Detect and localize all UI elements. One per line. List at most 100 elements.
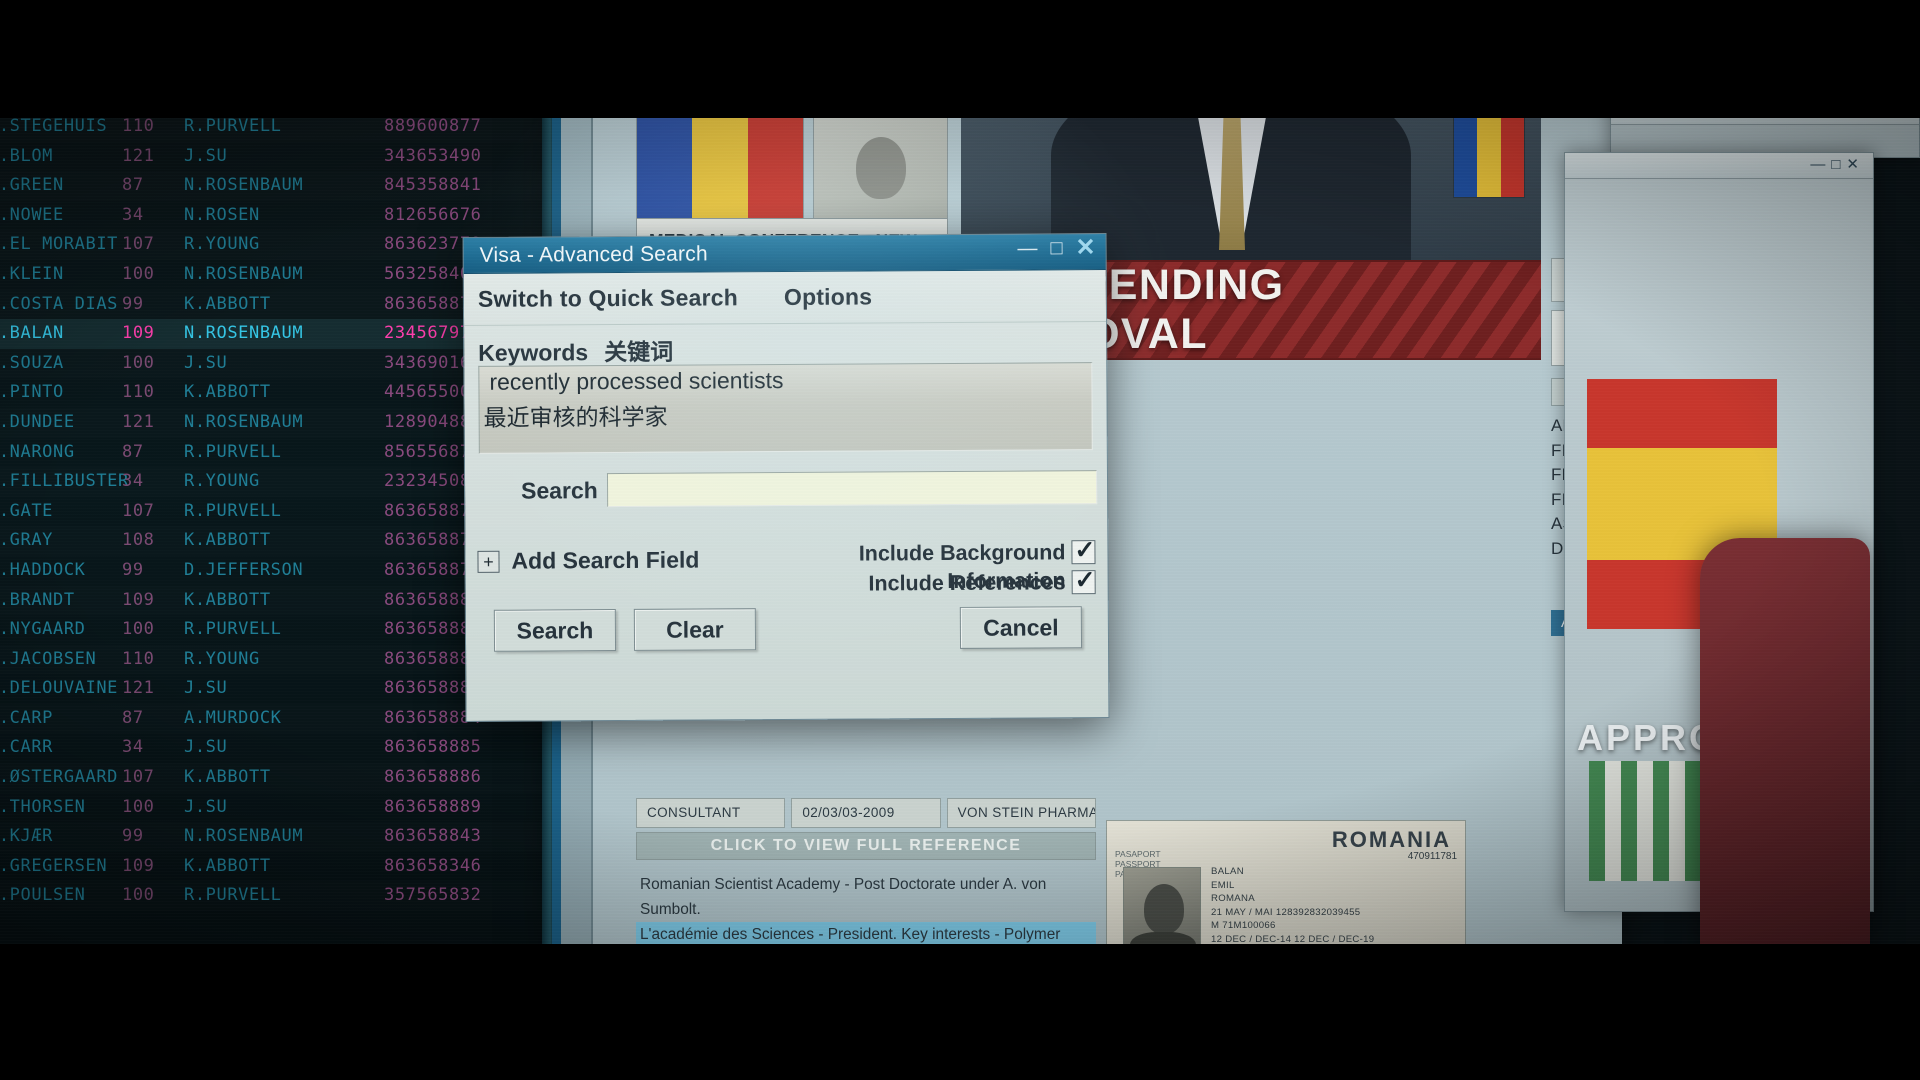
scene: J.STEGEHUIS 110 R.PURVELL 889600877 J.BLOM 12… xyxy=(0,118,1920,944)
row-code: 110 xyxy=(122,118,155,136)
row-name: M.DELOUVAINE xyxy=(0,678,119,699)
row-officer: J.SU xyxy=(184,352,228,373)
abstract-line[interactable]: Romanian Scientist Academy - Post Doctor… xyxy=(636,872,1096,922)
keywords-label-en: Keywords xyxy=(478,339,589,366)
row-code: 107 xyxy=(122,500,155,521)
row-officer: K.ABBOTT xyxy=(184,589,271,610)
right-window-1-controls[interactable]: —□✕ xyxy=(1856,118,1911,119)
row-name: R.PINTO xyxy=(0,382,64,403)
row-code: 108 xyxy=(122,530,155,551)
row-officer: R.YOUNG xyxy=(184,234,260,255)
table-row[interactable]: L.CARR 34 J.SU 863658885 xyxy=(0,733,552,763)
table-row[interactable]: T.POULSEN 100 R.PURVELL 357565832 xyxy=(0,881,552,911)
reference-abstract[interactable]: Romanian Scientist Academy - Post Doctor… xyxy=(636,872,1096,944)
search-button[interactable]: Search xyxy=(493,609,617,652)
passport-number: 470911781 xyxy=(1407,851,1457,862)
row-code: 99 xyxy=(122,826,144,847)
row-record-id: 357565832 xyxy=(384,885,482,906)
table-row[interactable]: K.KJÆR 99 N.ROSENBAUM 863658843 xyxy=(0,822,552,852)
row-name: J.STEGEHUIS xyxy=(0,118,108,136)
dialog-titlebar[interactable]: Visa - Advanced Search — □ ✕ xyxy=(463,234,1106,274)
row-name: A.GREEN xyxy=(0,175,64,196)
table-row[interactable]: J.STEGEHUIS 110 R.PURVELL 889600877 xyxy=(0,118,552,142)
search-field-row[interactable]: Search xyxy=(479,470,1098,512)
passport-field: 21 MAY / MAI 128392832039455 xyxy=(1211,906,1361,918)
close-icon[interactable]: ✕ xyxy=(1075,234,1095,261)
row-officer: N.ROSENBAUM xyxy=(184,411,304,432)
checkbox-include-background-information[interactable] xyxy=(1071,540,1096,565)
menu-options[interactable]: Options xyxy=(784,283,872,311)
abstract-line-highlighted[interactable]: L'académie des Sciences - President. Key… xyxy=(636,922,1096,944)
row-name: J.EL MORABIT xyxy=(0,234,119,255)
passport-scan[interactable]: ROMANIA PASAPORTPASSPORTPASSEPORT BALANE… xyxy=(1106,820,1466,944)
row-officer: J.SU xyxy=(184,796,228,817)
dialog-title: Visa - Advanced Search xyxy=(479,242,708,267)
view-full-reference-button[interactable]: CLICK TO VIEW FULL REFERENCE xyxy=(636,832,1096,860)
row-name: T.POULSEN xyxy=(0,885,86,906)
table-row[interactable]: E.THORSEN 100 J.SU 863658889 xyxy=(0,793,552,823)
plus-icon[interactable]: + xyxy=(477,550,500,573)
row-code: 34 xyxy=(122,204,144,225)
row-code: 99 xyxy=(122,293,144,314)
row-code: 107 xyxy=(122,234,155,255)
keywords-textarea[interactable]: recently processed scientists 最近审核的科学家 xyxy=(478,362,1093,454)
row-code: 87 xyxy=(122,707,144,728)
row-code: 100 xyxy=(122,263,155,284)
row-name: T.CARP xyxy=(0,707,54,728)
letterbox-top xyxy=(0,0,1920,118)
applicant-thumbnail[interactable] xyxy=(813,118,948,222)
row-officer: K.ABBOTT xyxy=(184,382,271,403)
row-code: 110 xyxy=(122,648,155,669)
row-officer: R.PURVELL xyxy=(184,118,282,136)
search-field-label: Search xyxy=(520,477,598,504)
row-name: I.GREGERSEN xyxy=(0,855,108,876)
row-code: 34 xyxy=(122,471,144,492)
thumbnail-head-shape xyxy=(856,137,906,199)
row-name: S.KLEIN xyxy=(0,263,64,284)
cancel-button[interactable]: Cancel xyxy=(959,606,1083,649)
row-code: 87 xyxy=(122,441,144,462)
meta-cell: VON STEIN PHARMA. xyxy=(946,798,1096,828)
option-include-background-information[interactable]: Include Background Information xyxy=(739,538,1099,593)
maximize-icon[interactable]: □ xyxy=(1050,237,1062,259)
right-window-1-titlebar[interactable]: —□✕ xyxy=(1611,118,1919,125)
table-row[interactable]: J.ØSTERGAARD 107 K.ABBOTT 863658886 xyxy=(0,763,552,793)
row-code: 99 xyxy=(122,559,144,580)
table-row[interactable]: J.NOWEE 34 N.ROSEN 812656676 xyxy=(0,201,552,231)
keywords-label-cn: 关键词 xyxy=(604,338,674,366)
include-options-group[interactable]: Include Background Information Include R… xyxy=(739,538,1099,600)
row-name: K.KJÆR xyxy=(0,826,54,847)
dialog-window-controls[interactable]: — □ ✕ xyxy=(1017,234,1095,261)
row-officer: R.PURVELL xyxy=(184,441,282,462)
table-row[interactable]: A.GREEN 87 N.ROSENBAUM 845358841 xyxy=(0,171,552,201)
right-window-2-titlebar[interactable]: —□✕ xyxy=(1565,153,1873,179)
menu-switch-to-quick-search[interactable]: Switch to Quick Search xyxy=(478,284,738,313)
row-name: L.SOUZA xyxy=(0,352,64,373)
dialog-button-row[interactable]: Search Clear Cancel xyxy=(466,606,1110,668)
add-search-field-button[interactable]: + Add Search Field xyxy=(477,547,699,575)
row-code: 100 xyxy=(122,796,155,817)
table-row[interactable]: I.GREGERSEN 109 K.ABBOTT 863658346 xyxy=(0,852,552,882)
row-officer: K.ABBOTT xyxy=(184,767,271,788)
row-name: J.BLOM xyxy=(0,145,54,166)
row-officer: N.ROSENBAUM xyxy=(184,323,304,344)
clear-button[interactable]: Clear xyxy=(633,608,757,651)
row-code: 121 xyxy=(122,411,155,432)
right-window-2-controls[interactable]: —□✕ xyxy=(1810,155,1865,173)
row-officer: D.JEFFERSON xyxy=(184,559,304,580)
minimize-icon[interactable]: — xyxy=(1017,237,1037,259)
row-name: E.BALAN xyxy=(0,323,64,344)
keywords-label: Keywords 关键词 xyxy=(478,333,673,368)
row-officer: R.PURVELL xyxy=(184,500,282,521)
table-row[interactable]: J.BLOM 121 J.SU 343653490 xyxy=(0,142,552,172)
search-input[interactable] xyxy=(606,470,1098,508)
option-include-references[interactable]: Include References xyxy=(740,568,1100,600)
dialog-menubar[interactable]: Switch to Quick Search Options xyxy=(463,270,1107,326)
row-code: 34 xyxy=(122,737,144,758)
option-label-references: Include References xyxy=(868,570,1066,596)
row-code: 109 xyxy=(122,323,155,344)
advanced-search-dialog[interactable]: Visa - Advanced Search — □ ✕ Switch to Q… xyxy=(462,233,1110,722)
row-name: P.JACOBSEN xyxy=(0,648,97,669)
checkbox-include-references[interactable] xyxy=(1071,570,1096,595)
add-search-field-label: Add Search Field xyxy=(511,546,700,574)
